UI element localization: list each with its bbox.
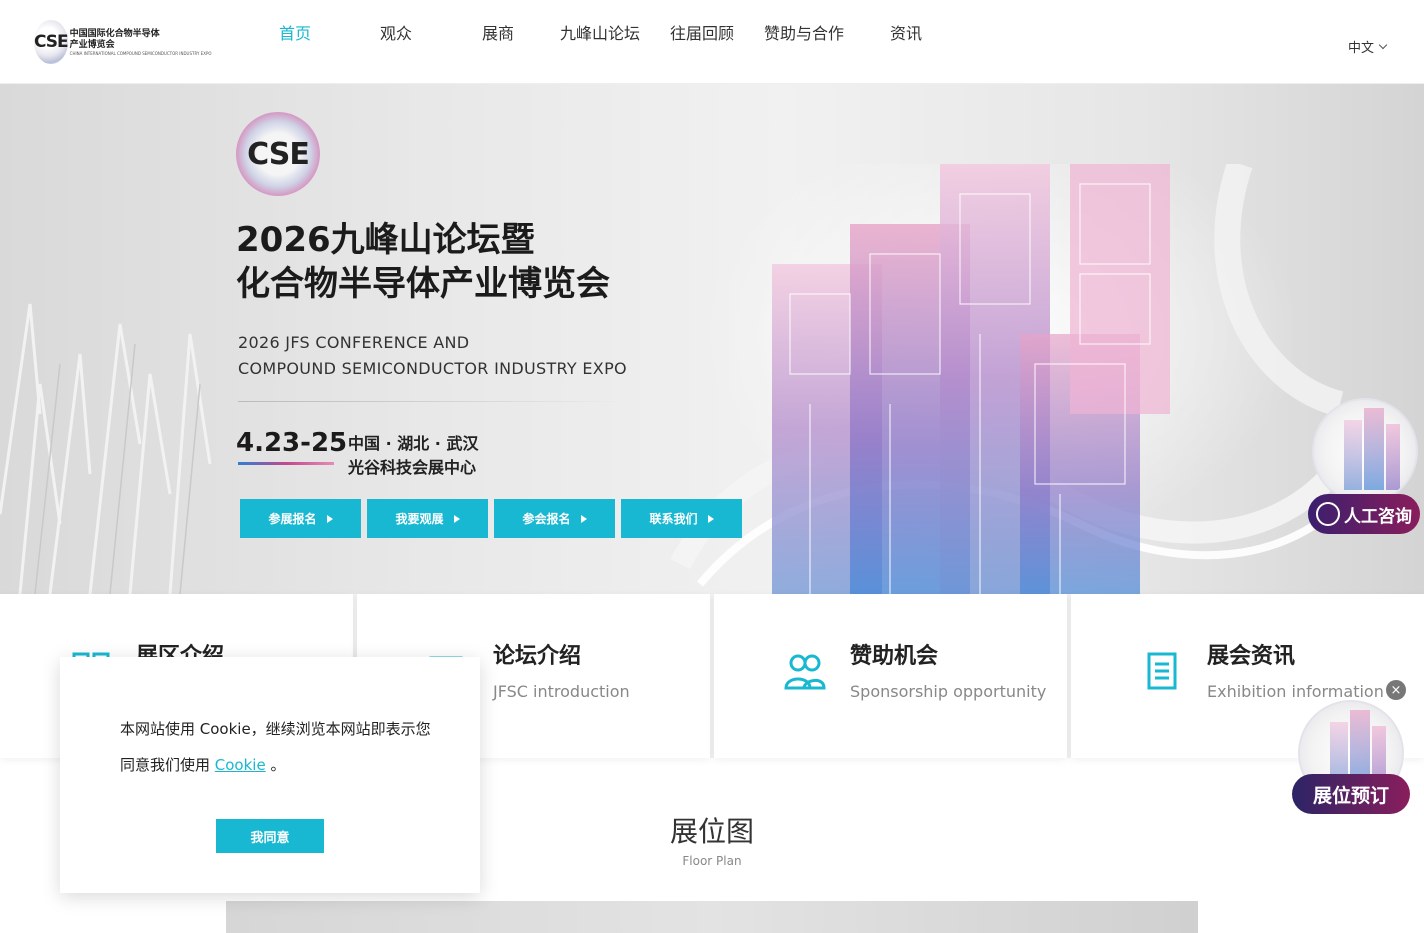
booth-booking-widget[interactable]: 展位预订 [1292, 678, 1412, 818]
card-title: 展会资讯 [1207, 644, 1296, 669]
nav-visitors[interactable]: 观众 [346, 20, 446, 44]
conference-register-button[interactable]: 参会报名 [494, 499, 615, 538]
visit-register-button[interactable]: 我要观展 [367, 499, 488, 538]
hero-english-line-1: 2026 JFS CONFERENCE AND [238, 333, 470, 352]
contact-us-button[interactable]: 联系我们 [621, 499, 742, 538]
card-subtitle: JFSC introduction [493, 682, 630, 701]
consult-avatar [1312, 398, 1418, 504]
card-subtitle: Sponsorship opportunity [850, 682, 1047, 701]
logo-text: 中国国际化合物半导体 产业博览会 CHINA INTERNATIONAL COM… [70, 29, 212, 56]
hero-location-line-1: 中国 · 湖北 · 武汉 [348, 434, 479, 453]
nav-jfs-forum[interactable]: 九峰山论坛 [550, 20, 650, 44]
cookie-suffix: 。 [265, 756, 286, 774]
document-icon [1147, 652, 1177, 690]
booking-label: 展位预订 [1292, 774, 1410, 814]
nav-news[interactable]: 资讯 [856, 20, 956, 44]
card-sponsorship[interactable]: 赞助机会 Sponsorship opportunity [714, 594, 1067, 758]
hero-date: 4.23-25 [236, 428, 348, 458]
button-label: 参会报名 [522, 512, 571, 526]
hero-english-title: 2026 JFS CONFERENCE AND COMPOUND SEMICON… [238, 330, 627, 382]
hero-title: 2026九峰山论坛暨 化合物半导体产业博览会 [236, 218, 610, 306]
button-label: 我要观展 [395, 512, 444, 526]
hero-title-line-2: 化合物半导体产业博览会 [236, 264, 610, 304]
hero-cse-badge: CSE [236, 112, 320, 196]
consult-pill: 人工咨询 [1308, 494, 1420, 534]
hero-location: 中国 · 湖北 · 武汉 光谷科技会展中心 [348, 432, 478, 480]
cookie-accept-button[interactable]: 我同意 [216, 819, 324, 853]
date-underline [238, 462, 334, 465]
hero-english-line-2: COMPOUND SEMICONDUCTOR INDUSTRY EXPO [238, 359, 627, 378]
hero-divider [238, 401, 628, 402]
language-label: 中文 [1347, 41, 1374, 56]
card-title: 论坛介绍 [493, 644, 582, 669]
exhibit-register-button[interactable]: 参展报名 [240, 499, 361, 538]
hero-artwork [670, 164, 1354, 594]
headset-icon [1316, 502, 1340, 526]
hero-title-line-1: 2026九峰山论坛暨 [236, 220, 535, 260]
logo-line-2: 产业博览会 [69, 39, 115, 50]
play-arrow-icon [580, 514, 587, 523]
nav-sponsorship[interactable]: 赞助与合作 [754, 20, 854, 44]
nav-exhibitors[interactable]: 展商 [448, 20, 548, 44]
nav-home[interactable]: 首页 [245, 20, 345, 44]
floor-plan-image[interactable] [226, 901, 1198, 933]
hero-banner: CSE 2026九峰山论坛暨 化合物半导体产业博览会 2026 JFS CONF… [0, 84, 1424, 594]
hero-action-buttons: 参展报名 我要观展 参会报名 联系我们 [240, 499, 742, 538]
live-consult-widget[interactable]: 人工咨询 [1308, 398, 1420, 538]
button-label: 联系我们 [649, 512, 698, 526]
play-arrow-icon [453, 514, 460, 523]
hero-location-line-2: 光谷科技会展中心 [348, 458, 477, 477]
consult-label: 人工咨询 [1344, 506, 1412, 527]
cookie-popup: 本网站使用 Cookie，继续浏览本网站即表示您同意我们使用 Cookie 。 … [60, 657, 480, 893]
card-title: 赞助机会 [850, 644, 939, 669]
users-icon [784, 654, 826, 690]
page: CSE 中国国际化合物半导体 产业博览会 CHINA INTERNATIONAL… [0, 0, 1424, 933]
chevron-down-icon [1378, 40, 1388, 50]
logo-english: CHINA INTERNATIONAL COMPOUND SEMICONDUCT… [69, 50, 212, 56]
decorative-lines [0, 303, 212, 594]
logo-mark: CSE [34, 20, 69, 64]
logo-line-1: 中国国际化合物半导体 [69, 28, 160, 39]
site-logo[interactable]: CSE 中国国际化合物半导体 产业博览会 CHINA INTERNATIONAL… [34, 20, 212, 64]
cookie-policy-link[interactable]: Cookie [215, 756, 266, 774]
nav-past-review[interactable]: 往届回顾 [652, 20, 752, 44]
play-arrow-icon [707, 514, 714, 523]
language-select[interactable]: 中文 [1347, 37, 1388, 56]
cookie-message: 本网站使用 Cookie，继续浏览本网站即表示您同意我们使用 Cookie 。 [120, 711, 440, 783]
button-label: 参展报名 [268, 512, 317, 526]
site-header: CSE 中国国际化合物半导体 产业博览会 CHINA INTERNATIONAL… [0, 0, 1424, 84]
play-arrow-icon [326, 514, 333, 523]
